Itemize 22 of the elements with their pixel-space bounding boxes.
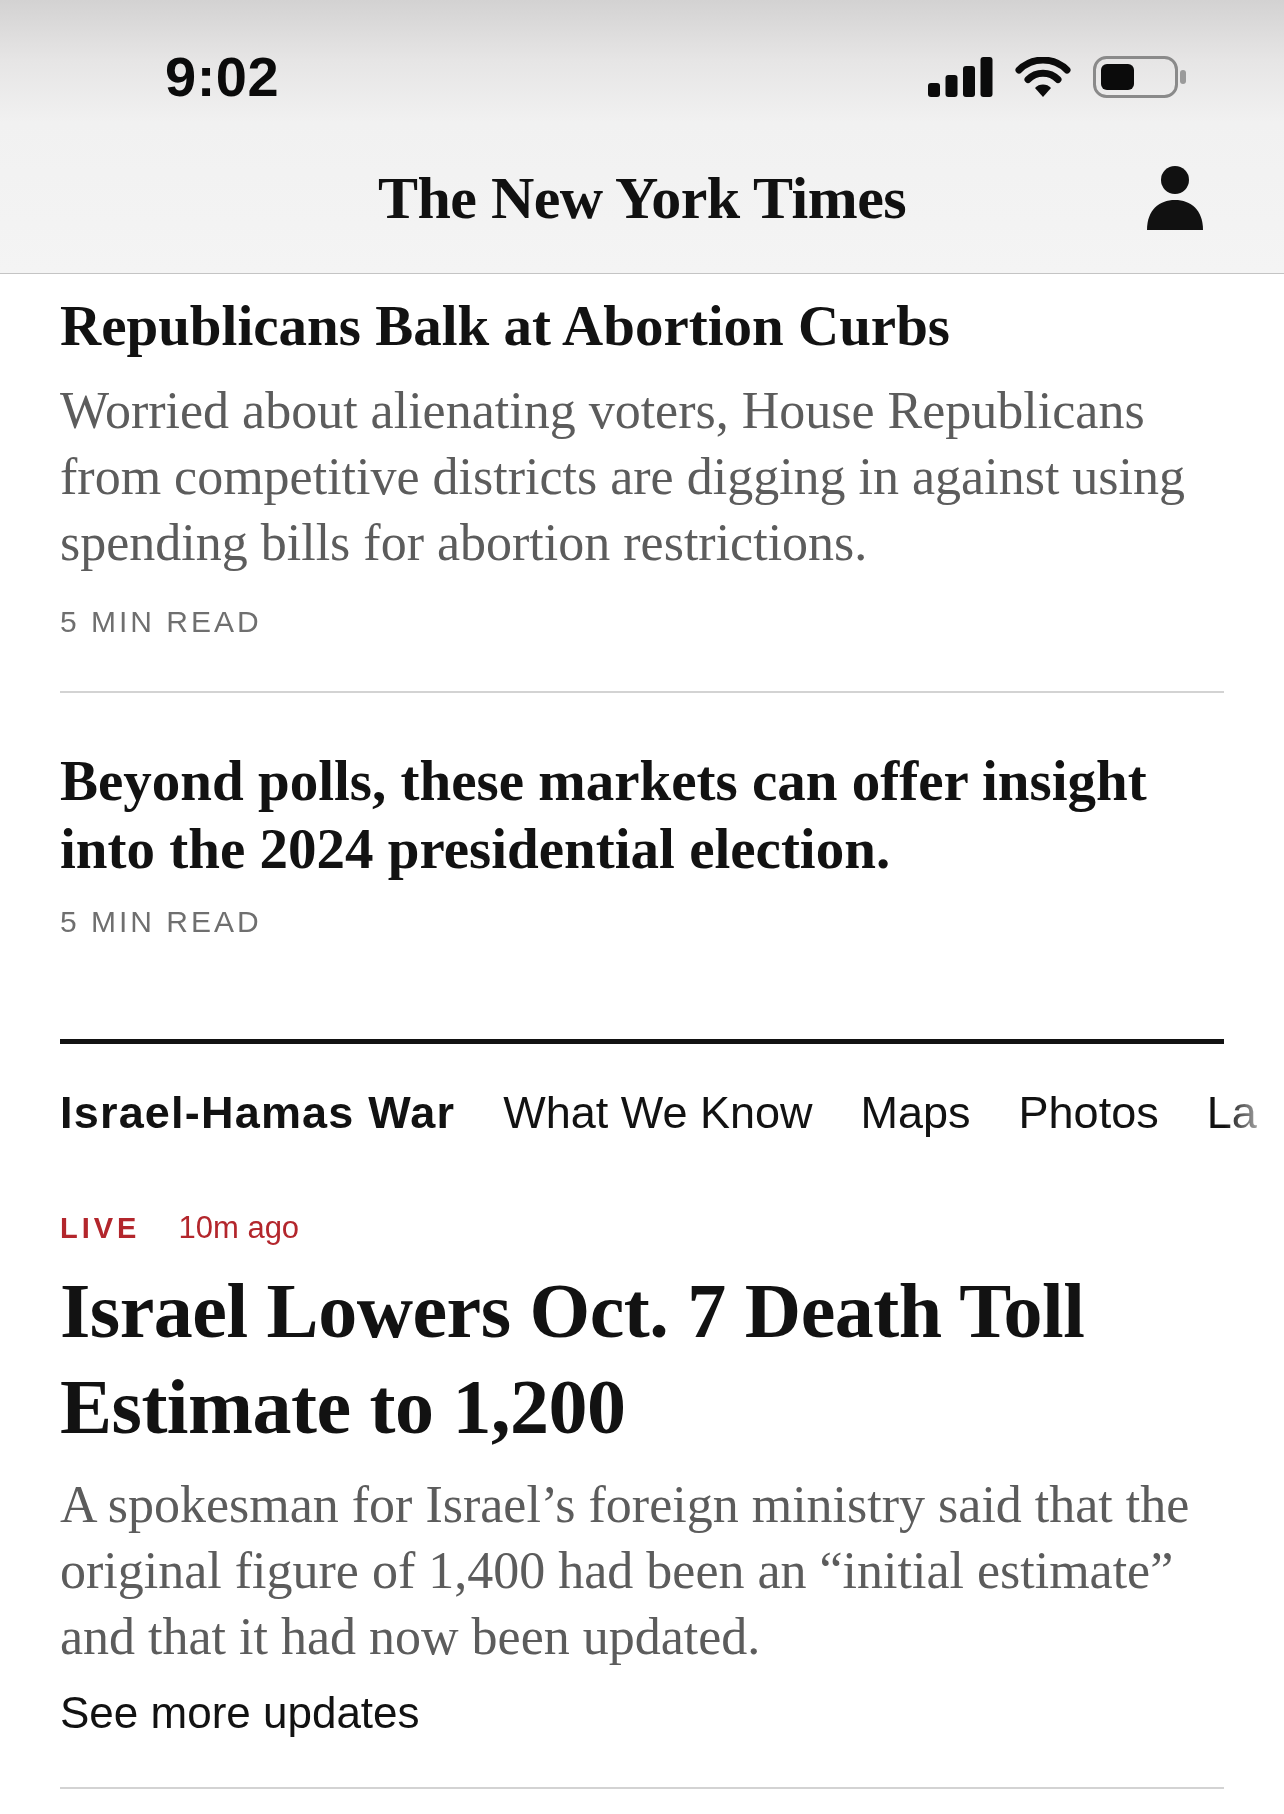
section-nav-link[interactable]: Photos (1018, 1088, 1159, 1138)
account-button[interactable] (1147, 165, 1203, 230)
story-headline[interactable]: Beyond polls, these markets can offer insight into the 2024 presidential election. (60, 747, 1224, 883)
story-headline[interactable]: Republicans Balk at Abortion Curbs (60, 296, 1224, 356)
signal-icon (928, 57, 993, 97)
status-time: 9:02 (165, 49, 280, 105)
wifi-icon (1015, 57, 1071, 97)
story-summary: Worried about alienating voters, House Republicans from competitive districts are digging in against using spending bills for abortion restrictions. (60, 381, 1186, 573)
story-headline[interactable]: Israel Lowers Oct. 7 Death Toll Estimate to 1,200 (60, 1263, 1224, 1455)
section-nav-link[interactable]: What We Know (503, 1088, 813, 1138)
see-more-link[interactable]: See more updates (60, 1689, 420, 1737)
battery-icon (1093, 56, 1186, 98)
newspaper-logo: The New York Times (377, 167, 907, 228)
live-label: LIVE (60, 1211, 141, 1246)
section-nav-link[interactable]: Maps (860, 1088, 971, 1138)
story-summary: A spokesman for Israel’s foreign ministry said that the original figure of 1,400 had been an “initial estimate” and that it had now been updated. (60, 1475, 1191, 1667)
section-title-link[interactable]: Israel-Hamas War (60, 1088, 456, 1138)
read-time: 5 MIN READ (60, 604, 263, 640)
person-icon (1147, 165, 1203, 230)
timestamp: 10m ago (178, 1210, 300, 1246)
section-nav-link[interactable]: La (1206, 1088, 1257, 1138)
read-time: 5 MIN READ (60, 904, 263, 940)
